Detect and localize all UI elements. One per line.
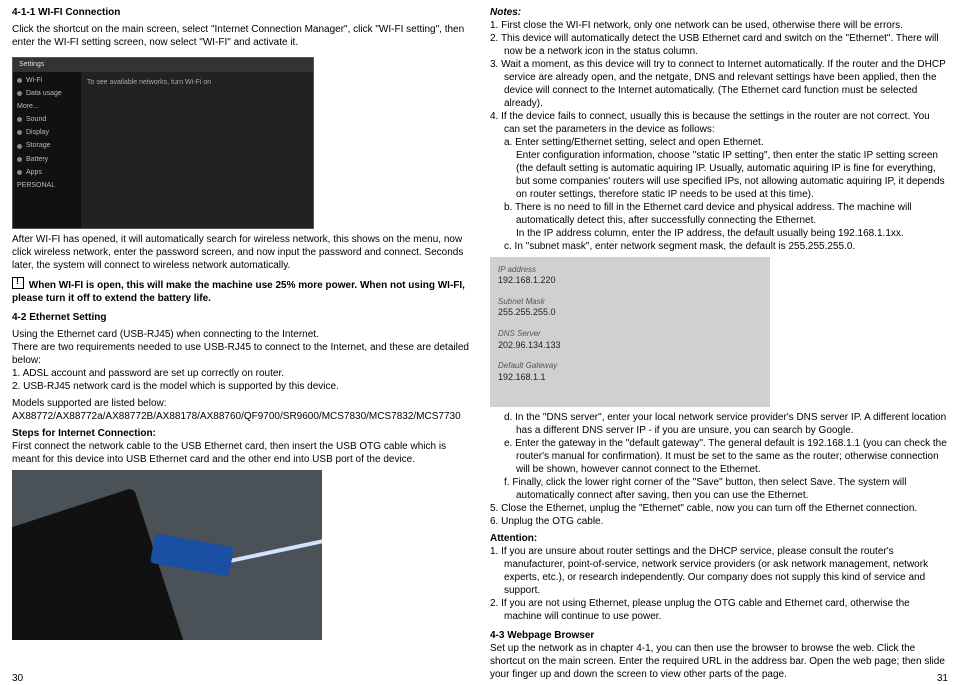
data-icon [17, 91, 22, 96]
models-list: AX88772/AX88772a/AX88772B/AX88178/AX8876… [12, 410, 470, 423]
note-4f: f. Finally, click the lower right corner… [490, 476, 948, 502]
sound-icon [17, 117, 22, 122]
settings-screenshot: Settings Wi-Fi Data usage More... Sound … [12, 53, 312, 233]
wifi-icon [17, 78, 22, 83]
note-1: 1. First close the WI-FI network, only o… [490, 19, 948, 32]
attention-2: 2. If you are not using Ethernet, please… [490, 597, 948, 623]
ethernet-p1: Using the Ethernet card (USB-RJ45) when … [12, 328, 470, 341]
section-4-3-title: 4-3 Webpage Browser [490, 630, 594, 641]
note-4e: e. Enter the gateway in the "default gat… [490, 437, 948, 476]
page-right: Notes: 1. First close the WI-FI network,… [490, 6, 948, 685]
note-4a-cont: Enter configuration information, choose … [490, 149, 948, 201]
models-heading: Models supported are listed below: [12, 397, 470, 410]
note-6: 6. Unplug the OTG cable. [490, 515, 948, 528]
settings-titlebar: Settings [13, 58, 313, 72]
ethernet-req-2: 2. USB-RJ45 network card is the model wh… [12, 380, 470, 393]
notes-title: Notes: [490, 7, 521, 18]
steps-title: Steps for Internet Connection: [12, 428, 156, 439]
wifi-after-open: After WI-FI has opened, it will automati… [12, 233, 470, 272]
otg-cable-photo [12, 470, 322, 640]
note-4c: c. In "subnet mask", enter network segme… [490, 240, 948, 253]
browser-text: Set up the network as in chapter 4-1, yo… [490, 642, 948, 681]
section-4-1-1-title: 4-1-1 WI-FI Connection [12, 7, 120, 18]
warning-icon [12, 277, 24, 289]
attention-1: 1. If you are unsure about router settin… [490, 545, 948, 597]
note-4a: a. Enter setting/Ethernet setting, selec… [490, 136, 948, 149]
wifi-intro: Click the shortcut on the main screen, s… [12, 23, 470, 49]
note-4b-cont: In the IP address column, enter the IP a… [490, 227, 948, 240]
note-5: 5. Close the Ethernet, unplug the "Ether… [490, 502, 948, 515]
storage-icon [17, 144, 22, 149]
ip-settings-screenshot: IP address192.168.1.220 Subnet Mask255.2… [490, 257, 770, 407]
page-left: 4-1-1 WI-FI Connection Click the shortcu… [12, 6, 470, 685]
ethernet-p2: There are two requirements needed to use… [12, 341, 470, 367]
attention-title: Attention: [490, 533, 537, 544]
battery-icon [17, 157, 22, 162]
note-4b: b. There is no need to fill in the Ether… [490, 201, 948, 227]
settings-main: To see available networks, turn Wi-Fi on [81, 72, 313, 228]
section-4-2-title: 4-2 Ethernet Setting [12, 312, 106, 323]
note-4d: d. In the "DNS server", enter your local… [490, 411, 948, 437]
note-3: 3. Wait a moment, as this device will tr… [490, 58, 948, 110]
steps-text: First connect the network cable to the U… [12, 440, 470, 466]
wifi-power-warning: When WI-FI is open, this will make the m… [12, 280, 465, 304]
ethernet-req-1: 1. ADSL account and password are set up … [12, 367, 470, 380]
display-icon [17, 130, 22, 135]
apps-icon [17, 170, 22, 175]
note-4: 4. If the device fails to connect, usual… [490, 110, 948, 136]
note-2: 2. This device will automatically detect… [490, 32, 948, 58]
